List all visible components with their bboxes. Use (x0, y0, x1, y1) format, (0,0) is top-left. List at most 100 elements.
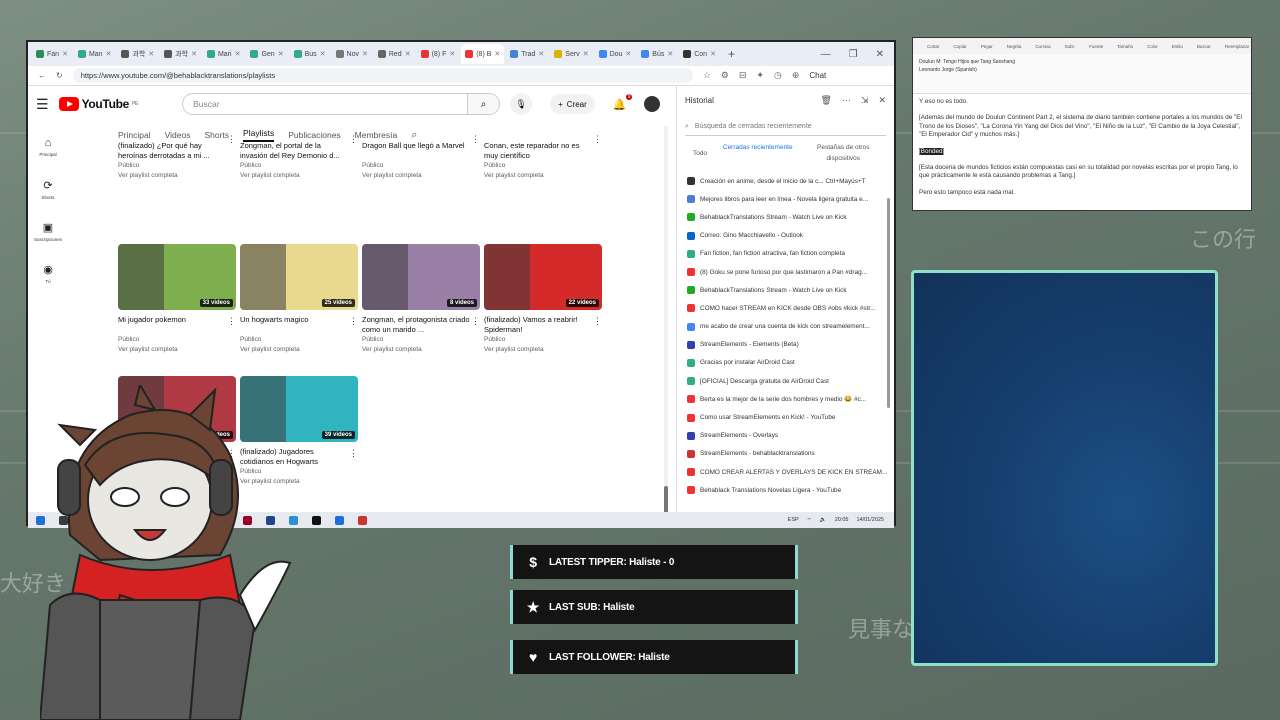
ribbon-button[interactable]: Buscar (1197, 44, 1211, 49)
browser-tab[interactable]: (8) B ✕ (461, 44, 505, 64)
sidebar-item-shorts[interactable]: ⟳ Shorts (28, 168, 68, 210)
browser-tab[interactable]: Gen ✕ (246, 44, 287, 64)
new-tab-button[interactable]: + (722, 47, 741, 61)
browser-tab[interactable]: Bus ✕ (290, 44, 330, 64)
view-full-playlist-link[interactable]: Ver playlist completa (362, 346, 480, 353)
playlist-title[interactable]: (finalizado) ¿Por qué hay heroínas derro… (118, 141, 236, 161)
playlist-card[interactable]: 25 videos Un hogwarts magico ⋮ Público Ver p… (240, 244, 358, 353)
create-button[interactable]: + Crear (550, 94, 595, 114)
ribbon-button[interactable]: Tamaño (1117, 44, 1133, 49)
history-item[interactable]: COMO hacer STREAM en KICK desde OBS #obs… (677, 299, 894, 317)
history-tab[interactable]: Cerradas recientemente (715, 142, 801, 164)
history-item[interactable]: Fan fiction, fan fiction atractiva, fan … (677, 245, 894, 263)
more-options-icon[interactable]: ⋮ (349, 448, 358, 459)
ribbon-button[interactable]: Copiar (954, 44, 967, 49)
history-item[interactable]: StreamElements - behablacktranslations (677, 445, 894, 463)
playlist-thumbnail[interactable]: 33 videos (118, 244, 236, 310)
history-item[interactable]: Gracias por instalar AirDroid Cast (677, 354, 894, 372)
word-icon[interactable] (335, 515, 344, 525)
playlist-title[interactable]: Zongman, el portal de la invasión del Re… (240, 141, 358, 161)
playlist-title[interactable]: Un hogwarts magico (240, 315, 358, 335)
history-search[interactable]: ⌕ Búsqueda de cerradas recientemente (685, 118, 886, 136)
playlist-card[interactable]: Dragon Ball que llegó a Marvel ⋮ Público Ve… (362, 134, 480, 179)
browser-tab[interactable]: 과학 ✕ (117, 44, 158, 64)
ribbon-button[interactable]: Pegar (981, 44, 993, 49)
history-icon[interactable]: ◷ (774, 70, 782, 81)
tab-close-icon[interactable]: ✕ (667, 50, 673, 58)
browser-tab[interactable]: Bús ✕ (637, 44, 677, 64)
tab-close-icon[interactable]: ✕ (710, 50, 716, 58)
view-full-playlist-link[interactable]: Ver playlist completa (118, 172, 236, 179)
browser-tab[interactable]: Fan ✕ (32, 44, 72, 64)
clock-time[interactable]: 20:05 (835, 517, 849, 523)
tab-close-icon[interactable]: ✕ (106, 50, 112, 58)
browser-tab[interactable]: Dou ✕ (595, 44, 636, 64)
history-item[interactable]: (8) Goku se pone furioso por que lastima… (677, 263, 894, 281)
tab-close-icon[interactable]: ✕ (405, 50, 411, 58)
more-icon[interactable]: ⋯ (842, 95, 851, 106)
history-item[interactable]: Behablack Translations Novelas Ligera - … (677, 481, 894, 499)
volume-icon[interactable]: 🔈 (820, 517, 827, 523)
collections-icon[interactable]: ⊕ (792, 70, 800, 81)
app-icon[interactable] (358, 515, 367, 525)
tab-close-icon[interactable]: ✕ (320, 50, 326, 58)
history-item[interactable]: Correo: Gino Macchiavello - Outlook (677, 227, 894, 245)
ribbon-button[interactable]: Fuente (1089, 44, 1103, 49)
tab-close-icon[interactable]: ✕ (62, 50, 68, 58)
wifi-icon[interactable]: ⌔ (807, 517, 812, 524)
tab-close-icon[interactable]: ✕ (449, 50, 455, 58)
close-icon[interactable]: ✕ (876, 49, 884, 60)
close-icon[interactable]: ✕ (878, 95, 886, 106)
favorites-icon[interactable]: ✦ (756, 70, 764, 81)
star-icon[interactable]: ☆ (703, 70, 711, 81)
playlist-title[interactable]: Zongman, el protagonista criado como un … (362, 315, 480, 335)
extensions-icon[interactable]: ⚙ (721, 70, 729, 81)
browser-tab[interactable]: 과학 ✕ (160, 44, 201, 64)
tab-close-icon[interactable]: ✕ (148, 50, 154, 58)
browser-tab[interactable]: (8) F ✕ (417, 44, 460, 64)
back-icon[interactable]: ← (38, 71, 46, 80)
playlist-card[interactable]: Zongman, el portal de la invasión del Re… (240, 134, 358, 179)
more-options-icon[interactable]: ⋮ (471, 134, 480, 145)
browser-tab[interactable]: Serv ✕ (550, 44, 592, 64)
reload-icon[interactable]: ↻ (56, 71, 63, 80)
playlist-card[interactable]: Conan, este reparador no es muy científi… (484, 134, 602, 179)
playlist-thumbnail[interactable]: 22 videos (484, 244, 602, 310)
playlist-thumbnail[interactable]: 8 videos (362, 244, 480, 310)
view-full-playlist-link[interactable]: Ver playlist completa (484, 172, 602, 179)
history-scrollbar[interactable] (887, 198, 890, 408)
ribbon-button[interactable]: Cortar (927, 44, 940, 49)
browser-tab[interactable]: Con ✕ (679, 44, 720, 64)
youtube-logo[interactable]: YouTube PE (58, 97, 138, 111)
playlist-title[interactable]: Mi jugador pokemon (118, 315, 236, 335)
delete-icon[interactable]: 🗑 (820, 95, 831, 106)
ribbon-button[interactable]: Negrita (1007, 44, 1022, 49)
tab-close-icon[interactable]: ✕ (362, 50, 368, 58)
history-item[interactable]: StreamElements - Overlays (677, 427, 894, 445)
browser-tab[interactable]: Man ✕ (74, 44, 116, 64)
tab-close-icon[interactable]: ✕ (625, 50, 631, 58)
more-options-icon[interactable]: ⋮ (349, 316, 358, 327)
tab-close-icon[interactable]: ✕ (191, 50, 197, 58)
history-item[interactable]: Berta es la mejor de la serie dos hombre… (677, 390, 894, 408)
more-options-icon[interactable]: ⋮ (227, 316, 236, 327)
ribbon-button[interactable]: Cursiva (1035, 44, 1050, 49)
more-options-icon[interactable]: ⋮ (593, 134, 602, 145)
history-tab[interactable]: Todo (685, 142, 715, 164)
tab-close-icon[interactable]: ✕ (278, 50, 284, 58)
doc-body[interactable]: Y eso no es todo. [Además del mundo de D… (913, 94, 1251, 209)
browser-tab[interactable]: Mari ✕ (203, 44, 245, 64)
view-full-playlist-link[interactable]: Ver playlist completa (240, 346, 358, 353)
sidebar-item-tú[interactable]: ◉ Tú (28, 252, 68, 294)
view-full-playlist-link[interactable]: Ver playlist completa (484, 346, 602, 353)
browser-tab[interactable]: Red ✕ (374, 44, 415, 64)
sidebar-item-suscripciones[interactable]: ▣ Suscripciones (28, 210, 68, 252)
tab-close-icon[interactable]: ✕ (583, 50, 589, 58)
search-button[interactable]: ⌕ (468, 93, 501, 115)
history-item[interactable]: Creación en anime, desde el inicio de la… (677, 172, 894, 190)
playlist-card[interactable]: 33 videos Mi jugador pokemon ⋮ Público Ver p… (118, 244, 236, 353)
more-options-icon[interactable]: ⋮ (593, 316, 602, 327)
playlist-card[interactable]: 22 videos (finalizado) Vamos a reabrir! S… (484, 244, 602, 353)
split-icon[interactable]: ⊟ (739, 70, 747, 81)
doc-title-line[interactable]: Doulun M: Tengo Hijos que Tang Sanshang (919, 58, 1245, 66)
